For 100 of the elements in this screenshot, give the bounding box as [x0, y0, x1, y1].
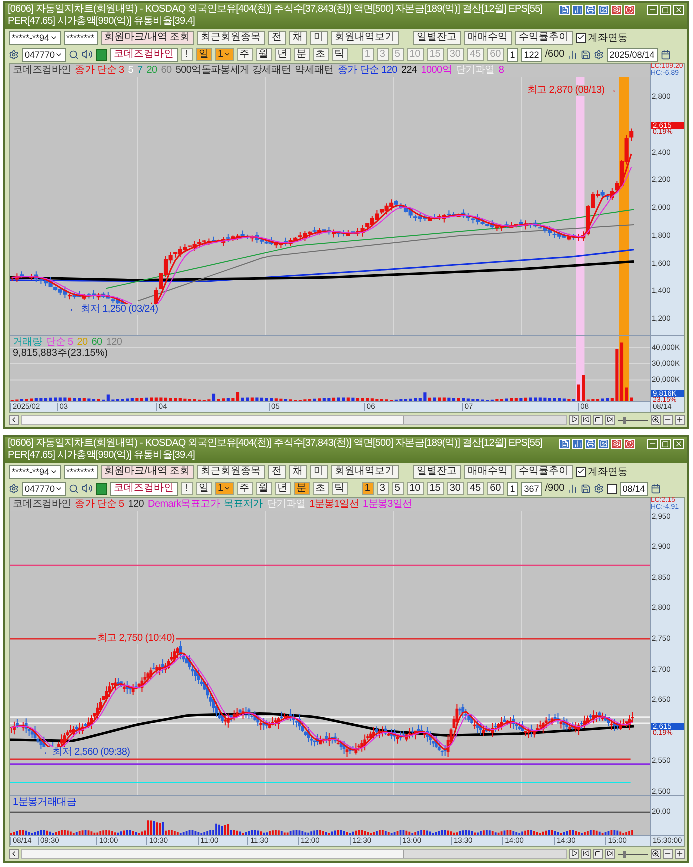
period-count-dropdown[interactable]: 1: [215, 482, 234, 495]
member-button[interactable]: 미: [310, 464, 328, 478]
zoom-slider[interactable]: [617, 416, 649, 424]
maximize-button[interactable]: [660, 439, 671, 449]
period-tab[interactable]: 틱: [332, 48, 348, 61]
period-tab[interactable]: 분: [294, 48, 310, 61]
interval-button[interactable]: 45: [466, 482, 484, 495]
period-tab[interactable]: 년: [274, 482, 291, 495]
code-field[interactable]: 047770: [22, 482, 66, 496]
member-button[interactable]: 채: [289, 30, 308, 44]
member-button[interactable]: 최근회원종목: [197, 30, 266, 44]
member-button[interactable]: 미: [310, 30, 328, 44]
settings-button[interactable]: [611, 5, 622, 15]
add-button[interactable]: [675, 848, 685, 858]
interval-button[interactable]: 30: [446, 482, 464, 495]
period-tab[interactable]: 분: [294, 482, 310, 495]
member-button[interactable]: 전: [268, 464, 286, 478]
member-button[interactable]: 최근회원종목: [197, 464, 266, 478]
stock-name-field[interactable]: 코데즈컴바인: [110, 482, 178, 496]
period-tab[interactable]: 년: [274, 48, 291, 61]
checkbox[interactable]: [576, 466, 586, 476]
report-button[interactable]: 수익률추이: [515, 464, 574, 478]
period-tab[interactable]: 일: [196, 48, 212, 61]
account-field[interactable]: *****-**94: [9, 30, 61, 44]
alert-button[interactable]: !: [181, 48, 194, 61]
slider-thumb[interactable]: [623, 850, 626, 858]
report-button[interactable]: 매매수익: [464, 30, 512, 44]
interval-button[interactable]: 10: [406, 482, 424, 495]
interval-button[interactable]: 15: [426, 482, 444, 495]
checkbox[interactable]: [576, 32, 586, 42]
play-button[interactable]: [569, 848, 579, 858]
period-tab[interactable]: 초: [312, 482, 329, 495]
image-button[interactable]: [598, 5, 609, 15]
period-tab[interactable]: 틱: [332, 482, 348, 495]
forward-button[interactable]: [605, 848, 615, 858]
count-field[interactable]: 1: [507, 48, 518, 62]
help-button[interactable]: [624, 5, 635, 15]
member-button[interactable]: 회원내역보기: [331, 464, 400, 478]
bar-chart-button[interactable]: [572, 5, 583, 15]
interval-button[interactable]: 1: [362, 482, 374, 495]
interval-button[interactable]: 5: [392, 482, 404, 495]
alert-button[interactable]: !: [181, 482, 194, 495]
stop-button[interactable]: [593, 414, 603, 424]
member-button[interactable]: 회원마크/내역 조회: [100, 30, 194, 44]
period-tab[interactable]: 초: [312, 48, 329, 61]
member-button[interactable]: 전: [268, 30, 286, 44]
document-button[interactable]: [559, 439, 570, 449]
bar-count-field[interactable]: 367: [521, 482, 542, 496]
date-checkbox[interactable]: [606, 484, 617, 494]
report-button[interactable]: 일별잔고: [413, 464, 462, 478]
password-field[interactable]: ********: [64, 30, 98, 44]
zoom-in-button[interactable]: [651, 848, 661, 858]
maximize-button[interactable]: [660, 5, 671, 15]
report-button[interactable]: 매매수익: [464, 464, 512, 478]
zoom-out-button[interactable]: [663, 848, 673, 858]
rewind-button[interactable]: [581, 848, 591, 858]
close-button[interactable]: [673, 5, 684, 15]
scrollbar[interactable]: [21, 414, 567, 424]
interval-button[interactable]: 60: [487, 482, 504, 495]
member-button[interactable]: 채: [289, 464, 308, 478]
date-field[interactable]: 08/14: [620, 482, 648, 496]
add-button[interactable]: [675, 414, 685, 424]
document-button[interactable]: [559, 5, 570, 15]
minimize-button[interactable]: [647, 5, 658, 15]
period-tab[interactable]: 일: [196, 482, 212, 495]
scroll-thumb[interactable]: [402, 416, 566, 424]
print-button[interactable]: [585, 5, 596, 15]
settings-button[interactable]: [611, 439, 622, 449]
stock-flag-icon[interactable]: [96, 482, 108, 494]
play-button[interactable]: [569, 414, 579, 424]
zoom-out-button[interactable]: [663, 414, 673, 424]
scrollbar[interactable]: [21, 848, 567, 858]
password-field[interactable]: ********: [64, 464, 98, 478]
zoom-slider[interactable]: [617, 850, 649, 858]
count-field[interactable]: 1: [507, 482, 518, 496]
account-field[interactable]: *****-**94: [9, 464, 61, 478]
bar-count-field[interactable]: 122: [521, 48, 542, 62]
code-field[interactable]: 047770: [22, 48, 66, 62]
interval-button[interactable]: 3: [376, 482, 389, 495]
report-button[interactable]: 일별잔고: [413, 30, 462, 44]
close-button[interactable]: [673, 439, 684, 449]
stock-flag-icon[interactable]: [96, 48, 108, 60]
member-button[interactable]: 회원마크/내역 조회: [100, 464, 194, 478]
bar-chart-button[interactable]: [572, 439, 583, 449]
forward-button[interactable]: [605, 414, 615, 424]
rewind-button[interactable]: [581, 414, 591, 424]
period-tab[interactable]: 월: [256, 48, 272, 61]
scroll-left-button[interactable]: [9, 848, 19, 858]
help-button[interactable]: [624, 439, 635, 449]
report-button[interactable]: 수익률추이: [515, 30, 574, 44]
scroll-thumb[interactable]: [402, 850, 566, 858]
period-tab[interactable]: 월: [256, 482, 272, 495]
date-field[interactable]: 2025/08/14: [606, 48, 658, 62]
member-button[interactable]: 회원내역보기: [331, 30, 400, 44]
period-tab[interactable]: 주: [236, 482, 253, 495]
zoom-in-button[interactable]: [651, 414, 661, 424]
slider-thumb[interactable]: [623, 416, 626, 424]
stock-name-field[interactable]: 코데즈컴바인: [110, 48, 178, 62]
image-button[interactable]: [598, 439, 609, 449]
period-count-dropdown[interactable]: 1: [215, 48, 234, 61]
